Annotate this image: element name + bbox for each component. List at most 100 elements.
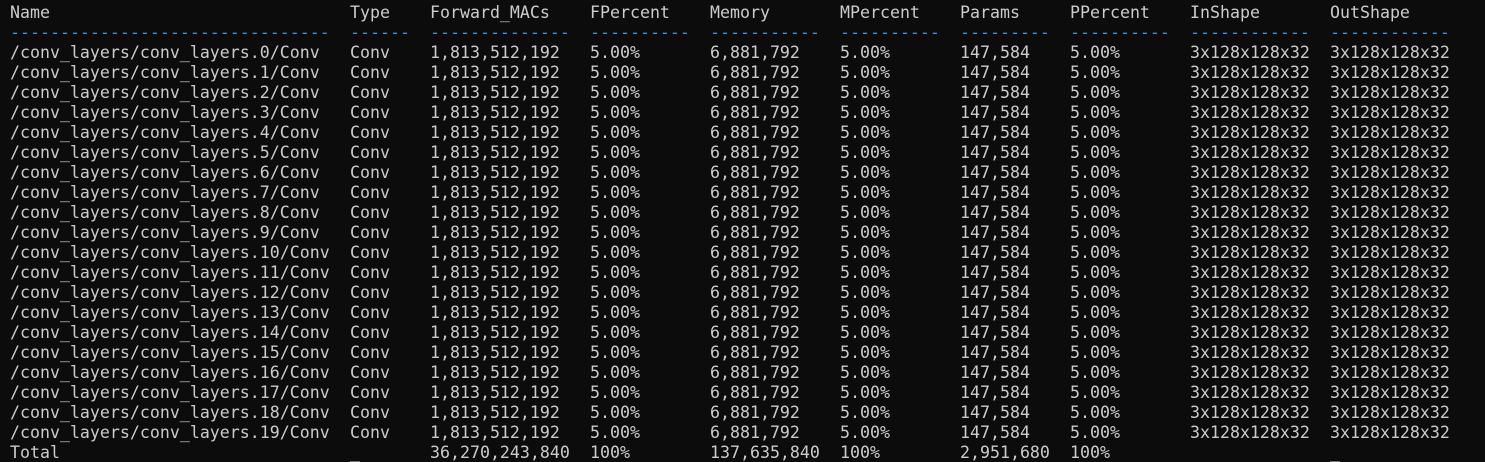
table-cell-8: 3x128x128x32 [1190,83,1310,102]
table-cell-2: 1,813,512,192 [430,423,560,442]
column-header-4: Memory [710,3,770,22]
table-cell-5: 5.00% [840,343,890,362]
table-cell-4: 6,881,792 [710,363,800,382]
table-cell-3: 5.00% [590,83,640,102]
table-cell-9: 3x128x128x32 [1330,243,1450,262]
table-cell-4: 6,881,792 [710,283,800,302]
table-cell-4: 6,881,792 [710,43,800,62]
table-cell-1: Conv [350,303,390,322]
table-cell-2: 1,813,512,192 [430,303,560,322]
table-cell-6: 147,584 [960,343,1030,362]
table-cell-5: 5.00% [840,383,890,402]
table-cell-7: 5.00% [1070,223,1120,242]
table-cell-9: 3x128x128x32 [1330,323,1450,342]
table-cell-7: 5.00% [1070,323,1120,342]
separator-3: ---------- [590,23,690,42]
table-cell-8: 3x128x128x32 [1190,343,1310,362]
table-cell-5: 5.00% [840,83,890,102]
table-row: /conv_layers/conv_layers.8/Conv Conv 1,813… [0,203,1485,223]
table-cell-3: 5.00% [590,163,640,182]
table-cell-9: 3x128x128x32 [1330,43,1450,62]
table-cell-2: 1,813,512,192 [430,203,560,222]
table-cell-4: 6,881,792 [710,423,800,442]
table-cell-3: 5.00% [590,423,640,442]
table-cell-1: Conv [350,43,390,62]
table-cell-9: 3x128x128x32 [1330,383,1450,402]
column-header-2: Forward_MACs [430,3,550,22]
table-row: /conv_layers/conv_layers.5/Conv Conv 1,813… [0,143,1485,163]
separator-9: ------------ [1330,23,1450,42]
separator-7: ---------- [1070,23,1170,42]
column-header-7: PPercent [1070,3,1150,22]
table-cell-3: 5.00% [590,143,640,162]
table-cell-0: /conv_layers/conv_layers.4/Conv [10,123,320,142]
table-row: /conv_layers/conv_layers.11/Conv Conv 1,81… [0,263,1485,283]
table-cell-3: 5.00% [590,303,640,322]
table-cell-0: /conv_layers/conv_layers.8/Conv [10,203,320,222]
table-cell-3: 5.00% [590,203,640,222]
table-cell-2: 1,813,512,192 [430,43,560,62]
table-cell-7: 5.00% [1070,383,1120,402]
table-cell-7: 5.00% [1070,263,1120,282]
table-cell-8: 3x128x128x32 [1190,163,1310,182]
table-cell-6: 147,584 [960,243,1030,262]
table-cell-9: 3x128x128x32 [1330,303,1450,322]
table-cell-4: 6,881,792 [710,103,800,122]
table-row: /conv_layers/conv_layers.3/Conv Conv 1,813… [0,103,1485,123]
table-cell-7: 5.00% [1070,423,1120,442]
table-cell-8: 3x128x128x32 [1190,203,1310,222]
table-row: /conv_layers/conv_layers.16/Conv Conv 1,81… [0,363,1485,383]
table-cell-7: 5.00% [1070,63,1120,82]
table-cell-7: 5.00% [1070,103,1120,122]
table-cell-8: 3x128x128x32 [1190,423,1310,442]
table-header-row: Name Type Forward_MACs FPercent Memory MPerce… [0,3,1485,23]
table-cell-6: 147,584 [960,183,1030,202]
table-row: /conv_layers/conv_layers.14/Conv Conv 1,81… [0,323,1485,343]
table-cell-4: 6,881,792 [710,263,800,282]
table-cell-1: Conv [350,123,390,142]
table-cell-5: 5.00% [840,243,890,262]
table-cell-7: 5.00% [1070,403,1120,422]
table-cell-1: Conv [350,183,390,202]
table-cell-7: 5.00% [1070,363,1120,382]
table-cell-2: 1,813,512,192 [430,323,560,342]
column-header-9: OutShape [1330,3,1410,22]
table-row: /conv_layers/conv_layers.13/Conv Conv 1,81… [0,303,1485,323]
table-cell-0: /conv_layers/conv_layers.18/Conv [10,403,330,422]
table-cell-7: 5.00% [1070,43,1120,62]
table-cell-3: 5.00% [590,63,640,82]
table-cell-1: Conv [350,83,390,102]
table-cell-0: /conv_layers/conv_layers.0/Conv [10,43,320,62]
table-cell-2: 1,813,512,192 [430,83,560,102]
table-cell-1: Conv [350,163,390,182]
table-row: /conv_layers/conv_layers.9/Conv Conv 1,813… [0,223,1485,243]
table-cell-2: 1,813,512,192 [430,143,560,162]
table-cell-0: /conv_layers/conv_layers.3/Conv [10,103,320,122]
table-cell-4: 6,881,792 [710,123,800,142]
table-cell-9: 3x128x128x32 [1330,143,1450,162]
table-cell-2: 1,813,512,192 [430,63,560,82]
table-cell-0: /conv_layers/conv_layers.7/Conv [10,183,320,202]
table-cell-3: 5.00% [590,243,640,262]
table-cell-3: 5.00% [590,383,640,402]
table-cell-3: 5.00% [590,323,640,342]
table-cell-7: 5.00% [1070,83,1120,102]
table-cell-9: 3x128x128x32 [1330,423,1450,442]
table-cell-9: 3x128x128x32 [1330,183,1450,202]
table-cell-9: 3x128x128x32 [1330,103,1450,122]
table-row: /conv_layers/conv_layers.1/Conv Conv 1,813… [0,63,1485,83]
separator-4: ----------- [710,23,820,42]
separator-row: -------------------------------- ------ --… [0,23,1485,43]
table-cell-1: Conv [350,103,390,122]
table-cell-7: 5.00% [1070,123,1120,142]
table-cell-0: /conv_layers/conv_layers.12/Conv [10,283,330,302]
table-cell-6: 147,584 [960,423,1030,442]
table-cell-3: 5.00% [590,283,640,302]
table-cell-1: Conv [350,363,390,382]
table-cell-8: 3x128x128x32 [1190,243,1310,262]
table-cell-1: Conv [350,223,390,242]
table-cell-4: 6,881,792 [710,143,800,162]
table-cell-6: 147,584 [960,163,1030,182]
total-cell-0: Total [10,443,60,462]
total-cell-7: 100% [1070,443,1110,462]
